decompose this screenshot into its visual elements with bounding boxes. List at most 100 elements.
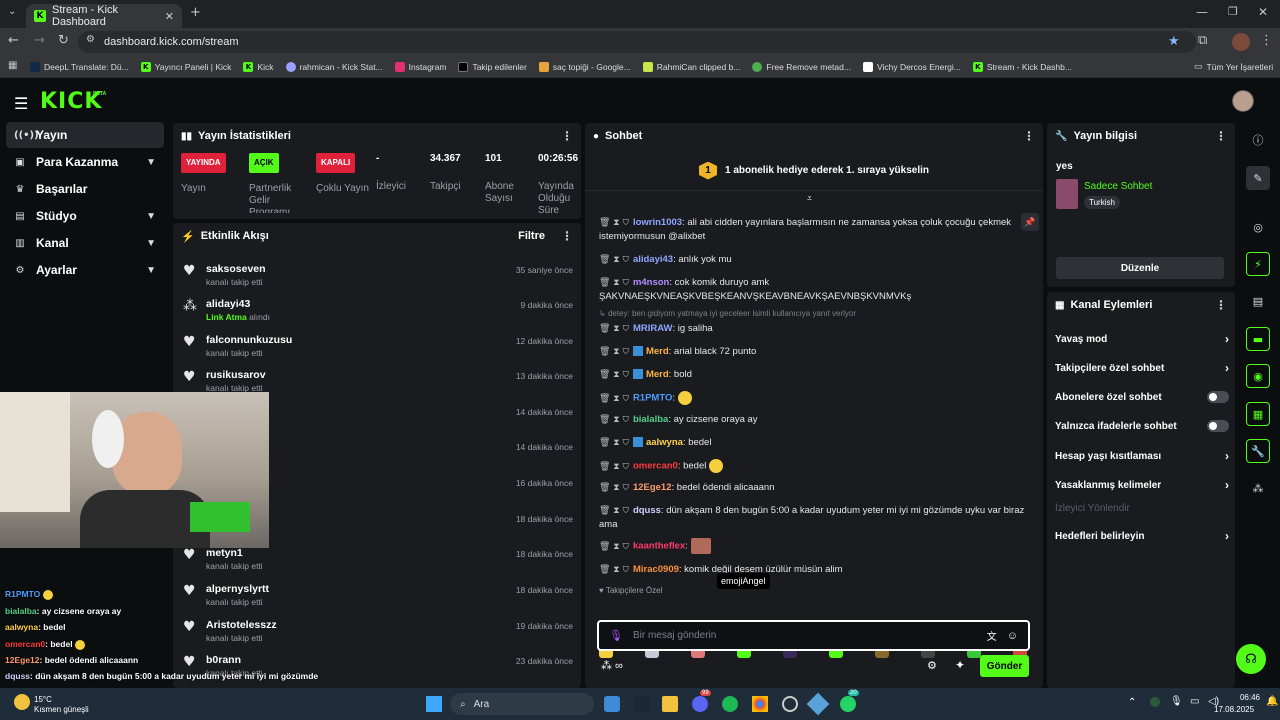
chat-username[interactable]: aalwyna [646, 437, 683, 448]
chat-username[interactable]: Merd [646, 346, 669, 357]
spotify-app-icon[interactable] [722, 696, 738, 712]
activity-row[interactable]: ♥ Aristotelesszz kanalı takip etti 19 dakik… [183, 619, 573, 651]
obs-app-icon[interactable] [782, 696, 798, 712]
sidebar-item-basarilar[interactable]: ♛ Başarılar [6, 176, 164, 202]
toggle-switch[interactable] [1207, 391, 1229, 403]
wrench-icon[interactable]: 🔧 [1246, 439, 1270, 463]
chat-settings-icon[interactable]: ⚙ [927, 659, 937, 672]
moderation-tools-icon[interactable]: 🗑 ⧗ ⛉ [599, 438, 629, 448]
mic-tray-icon[interactable]: 🎙 [1170, 696, 1183, 707]
chat-message[interactable]: 🗑 ⧗ ⛉ aalwyna: bedel [599, 436, 1039, 450]
activity-user[interactable]: alpernyslyrtt [206, 583, 269, 595]
chat-username[interactable]: MRIRAW [633, 323, 673, 334]
new-tab-icon[interactable]: + [190, 5, 201, 20]
reload-icon[interactable]: ↻ [58, 33, 69, 48]
chat-message[interactable]: 🗑 ⧗ ⛉ m4nson: cok komik duruyo amk ŞAKVNA… [599, 276, 1039, 303]
chat-username[interactable]: Mirac0909 [633, 564, 679, 575]
bookmark-item[interactable]: rahmican - Kick Stat... [285, 61, 383, 72]
lightning-icon[interactable]: ⚡ [1246, 252, 1270, 276]
activity-user[interactable]: b0rann [206, 654, 263, 666]
channel-action-item[interactable]: Yalnızca ifadelerle sohbet [1055, 420, 1229, 432]
all-bookmarks[interactable]: ▭ Tüm Yer İşaretleri [1194, 61, 1273, 72]
kick-points-icon[interactable]: ⁂ [1246, 476, 1270, 500]
chat-username[interactable]: Merd [646, 369, 669, 380]
activity-row[interactable]: ⁂ alidayi43 Link Atma alındı 9 dakika önce [183, 298, 573, 330]
bookmark-item[interactable]: K Yayıncı Paneli | Kick [140, 61, 231, 72]
chat-message[interactable]: 🗑 ⧗ ⛉ lowrin1003: ali abi cidden yayınlar… [599, 216, 1039, 243]
chat-message[interactable]: 🗑 ⧗ ⛉ alidayi43: anlık yok mu [599, 253, 1039, 267]
channel-action-item[interactable]: Abonelere özel sohbet [1055, 391, 1229, 403]
bookmark-item[interactable]: DeepL Translate: Dü... [30, 61, 129, 72]
channel-action-item[interactable]: Yavaş mod › [1055, 332, 1229, 346]
bookmark-item[interactable]: K Kick [243, 61, 274, 72]
activity-row[interactable]: ♥ falconnunkuzusu kanalı takip etti 12 daki… [183, 334, 573, 366]
activity-row[interactable]: ♥ b0rann kanalı takip etti 23 dakika önce [183, 654, 573, 686]
gift-banner[interactable]: 1 1 abonelik hediye ederek 1. sıraya yük… [585, 151, 1043, 191]
support-headset-icon[interactable]: ☊ [1236, 644, 1266, 674]
chrome-app-icon[interactable] [752, 696, 768, 712]
chat-message[interactable]: 🗑 ⧗ ⛉ dquss: dün akşam 8 den bugün 5:00 a… [599, 504, 1039, 531]
moderation-tools-icon[interactable]: 🗑 ⧗ ⛉ [599, 483, 629, 493]
bookmark-item[interactable]: Vichy Dercos Energi... [862, 61, 961, 72]
clock-time[interactable]: 06:46 [1228, 693, 1260, 702]
activity-row[interactable]: ♥ saksoseven kanalı takip etti 35 saniye ön… [183, 263, 573, 295]
chat-message[interactable]: 🗑 ⧗ ⛉ Mirac0909: komik değil desem üzülür… [599, 563, 1039, 577]
tab-search-icon[interactable]: ⌄ [8, 6, 16, 17]
activity-user[interactable]: alidayi43 [206, 298, 270, 310]
chat-message[interactable]: 🗑 ⧗ ⛉ R1PMTO: [599, 391, 1039, 406]
tab-close-icon[interactable]: ✕ [165, 10, 174, 23]
moderation-tools-icon[interactable]: 🗑 ⧗ ⛉ [599, 506, 629, 516]
chat-message[interactable]: 🗑 ⧗ ⛉ MRIRAW: ig saliha [599, 322, 1039, 336]
broadcast-icon[interactable]: ◉ [1246, 364, 1270, 388]
activity-row[interactable]: ♥ alpernyslyrtt kanalı takip etti 18 dakika… [183, 583, 573, 615]
chat-username[interactable]: m4nson [633, 277, 669, 288]
extensions-icon[interactable]: ⧉ [1198, 33, 1207, 48]
bookmark-item[interactable]: K Stream - Kick Dashb... [972, 61, 1072, 72]
activity-user[interactable]: saksoseven [206, 263, 266, 275]
bookmark-star-icon[interactable]: ★ [1168, 34, 1180, 49]
sidebar-item-ayarlar[interactable]: ⚙ Ayarlar ▼ [6, 257, 164, 283]
activity-user[interactable]: metyn1 [206, 547, 263, 559]
document-icon[interactable]: ▤ [1246, 289, 1270, 313]
sidebar-item-kanal[interactable]: ▥ Kanal ▼ [6, 230, 164, 256]
chat-username[interactable]: lowrin1003 [633, 217, 682, 228]
bookmark-item[interactable]: Free Remove metad... [752, 61, 851, 72]
chat-message[interactable]: 🗑 ⧗ ⛉ kaantheflex: [599, 538, 1039, 554]
photos-app-icon[interactable] [604, 696, 620, 712]
sidebar-item-yayin[interactable]: ((•)) Yayın [6, 122, 164, 148]
kebab-menu-icon[interactable]: ⋮ [1215, 129, 1227, 143]
minimize-icon[interactable]: — [1196, 5, 1208, 19]
tray-chevron-icon[interactable]: ⌃ [1128, 697, 1136, 708]
windows-start-icon[interactable] [426, 696, 442, 712]
kebab-menu-icon[interactable]: ⋮ [1023, 129, 1035, 143]
steam-app-icon[interactable] [634, 696, 650, 712]
tray-app-icon[interactable] [1150, 697, 1160, 707]
moderation-tools-icon[interactable]: 🗑 ⧗ ⛉ [599, 542, 629, 552]
apps-grid-icon[interactable]: ▦ [8, 60, 17, 71]
microphone-icon[interactable]: 🎙 [609, 629, 623, 642]
chat-message[interactable]: 🗑 ⧗ ⛉ bialalba: ay cizsene oraya ay [599, 413, 1039, 427]
scroll-down-icon[interactable]: ⩡ [807, 193, 812, 204]
edit-icon[interactable]: ✎ [1246, 166, 1270, 190]
kebab-menu-icon[interactable]: ⋮ [1215, 298, 1227, 312]
moderation-tools-icon[interactable]: 🗑 ⧗ ⛉ [599, 370, 629, 380]
moderation-tools-icon[interactable]: 🗑 ⧗ ⛉ [599, 278, 629, 288]
info-icon[interactable]: ⓘ [1246, 128, 1270, 152]
bookmark-item[interactable]: saç topiği - Google... [538, 61, 631, 72]
moderation-tools-icon[interactable]: 🗑 ⧗ ⛉ [599, 462, 629, 472]
chat-username[interactable]: 12Ege12 [633, 482, 672, 493]
toggle-switch[interactable] [1207, 420, 1229, 432]
chat-input-box[interactable]: 🎙 Bir mesaj gönderin 文 ☺ [597, 620, 1030, 651]
moderation-tools-icon[interactable]: 🗑 ⧗ ⛉ [599, 324, 629, 334]
bookmark-item[interactable]: Takip edilenler [458, 61, 527, 72]
activity-user[interactable]: falconnunkuzusu [206, 334, 292, 346]
whatsapp-app-icon[interactable] [840, 696, 856, 712]
bookmark-item[interactable]: RahmiCan clipped b... [642, 61, 740, 72]
moderation-tools-icon[interactable]: 🗑 ⧗ ⛉ [599, 394, 629, 404]
bookmark-item[interactable]: Instagram [394, 61, 446, 72]
category-link[interactable]: Sadece Sohbet [1084, 181, 1152, 192]
url-input[interactable]: ⚙ dashboard.kick.com/stream ★ [78, 31, 1196, 53]
translate-icon[interactable]: 文 [987, 628, 997, 643]
channel-action-item[interactable]: Hesap yaşı kısıtlaması › [1055, 449, 1229, 463]
emoji-icon[interactable]: ☺ [1007, 630, 1018, 642]
